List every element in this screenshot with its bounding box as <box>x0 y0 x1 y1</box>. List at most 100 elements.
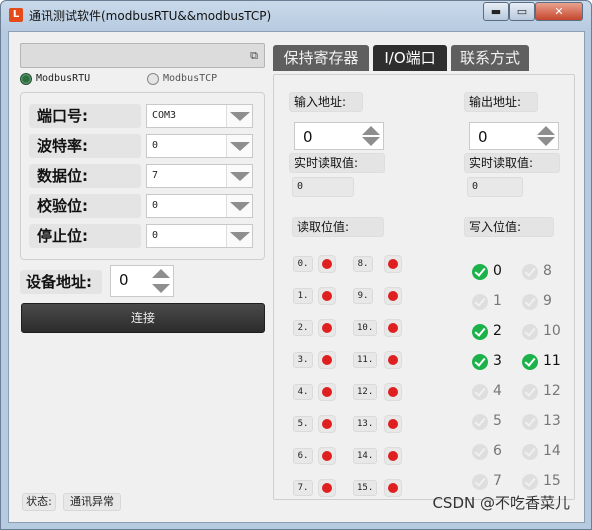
device-address-spinbox[interactable]: 0 <box>110 265 174 297</box>
chevron-down-icon[interactable] <box>226 195 252 217</box>
connection-combo[interactable]: ⧉ <box>20 43 265 68</box>
chevron-down-icon[interactable] <box>226 105 252 127</box>
chevron-down-icon[interactable] <box>226 225 252 247</box>
read-bit-number: 5. <box>293 416 313 432</box>
baud-select[interactable]: 0 <box>146 134 253 158</box>
tab-contact[interactable]: 联系方式 <box>451 45 529 71</box>
connect-button[interactable]: 连接 <box>21 303 265 333</box>
stopbits-label: 停止位: <box>29 224 141 248</box>
write-bit-13[interactable]: 13 <box>522 413 572 431</box>
write-bit-3[interactable]: 3 <box>472 353 522 371</box>
parity-value: 0 <box>152 200 159 211</box>
read-bit-number: 3. <box>293 352 313 368</box>
write-bit-2[interactable]: 2 <box>472 323 522 341</box>
spin-up-icon[interactable] <box>537 126 555 135</box>
write-bit-12[interactable]: 12 <box>522 383 572 401</box>
check-circle-icon[interactable] <box>522 354 538 370</box>
write-bit-label: 15 <box>543 473 561 489</box>
write-bit-label: 0 <box>493 263 502 279</box>
check-circle-icon[interactable] <box>472 264 488 280</box>
status-value: 通讯异常 <box>63 493 121 511</box>
red-led-icon <box>384 287 402 305</box>
write-bit-6[interactable]: 6 <box>472 443 522 461</box>
input-address-spinbox[interactable]: 0 <box>294 122 384 150</box>
write-bit-11[interactable]: 11 <box>522 353 572 371</box>
read-bit-number: 11. <box>353 352 378 368</box>
unchecked-circle-icon[interactable] <box>522 264 538 280</box>
unchecked-circle-icon[interactable] <box>522 474 538 490</box>
read-bit-number: 2. <box>293 320 313 336</box>
close-button[interactable]: ✕ <box>535 2 583 21</box>
write-bit-5[interactable]: 5 <box>472 413 522 431</box>
unchecked-circle-icon[interactable] <box>472 474 488 490</box>
unchecked-circle-icon[interactable] <box>472 414 488 430</box>
app-window: L 通讯测试软件(modbusRTU&&modbusTCP) ▬ ▭ ✕ ⧉ M… <box>0 0 592 530</box>
spin-down-icon[interactable] <box>152 284 170 293</box>
stopbits-select[interactable]: 0 <box>146 224 253 248</box>
tab-io-port[interactable]: I/O端口 <box>373 45 447 71</box>
unchecked-circle-icon[interactable] <box>522 324 538 340</box>
spin-up-icon[interactable] <box>152 269 170 278</box>
maximize-button[interactable]: ▭ <box>509 2 535 21</box>
spin-up-icon[interactable] <box>362 126 380 135</box>
parity-select[interactable]: 0 <box>146 194 253 218</box>
chevron-down-icon[interactable] <box>226 165 252 187</box>
radio-dot[interactable] <box>147 73 159 85</box>
read-bit-number: 15. <box>353 480 378 496</box>
unchecked-circle-icon[interactable] <box>472 384 488 400</box>
red-led-icon <box>384 479 402 497</box>
realtime-out-label: 实时读取值: <box>464 153 560 173</box>
output-address-spinbox[interactable]: 0 <box>469 122 559 150</box>
read-bit-6: 6. <box>293 447 353 465</box>
write-bit-7[interactable]: 7 <box>472 473 522 491</box>
read-bit-15: 15. <box>353 479 413 497</box>
write-bit-label: 9 <box>543 293 552 309</box>
read-bit-number: 10. <box>353 320 378 336</box>
read-bit-5: 5. <box>293 415 353 433</box>
tab-holding-registers[interactable]: 保持寄存器 <box>273 45 369 71</box>
databits-select[interactable]: 7 <box>146 164 253 188</box>
title-bar[interactable]: L 通讯测试软件(modbusRTU&&modbusTCP) ▬ ▭ ✕ <box>1 1 591 31</box>
app-icon: L <box>9 8 23 22</box>
minimize-button[interactable]: ▬ <box>483 2 509 21</box>
chevron-down-icon[interactable] <box>226 135 252 157</box>
red-led-icon <box>384 319 402 337</box>
write-bit-14[interactable]: 14 <box>522 443 572 461</box>
restore-icon[interactable]: ⧉ <box>250 49 258 63</box>
unchecked-circle-icon[interactable] <box>472 294 488 310</box>
red-led-icon <box>384 383 402 401</box>
unchecked-circle-icon[interactable] <box>472 444 488 460</box>
realtime-in-value: 0 <box>292 177 354 197</box>
read-bit-number: 1. <box>293 288 313 304</box>
check-circle-icon[interactable] <box>472 354 488 370</box>
unchecked-circle-icon[interactable] <box>522 384 538 400</box>
red-led-icon <box>384 351 402 369</box>
realtime-out-value: 0 <box>467 177 523 197</box>
write-bit-label: 4 <box>493 383 502 399</box>
red-led-icon <box>318 287 336 305</box>
spin-down-icon[interactable] <box>537 137 555 146</box>
write-bit-10[interactable]: 10 <box>522 323 572 341</box>
write-bit-1[interactable]: 1 <box>472 293 522 311</box>
write-bit-4[interactable]: 4 <box>472 383 522 401</box>
unchecked-circle-icon[interactable] <box>522 414 538 430</box>
write-bit-0[interactable]: 0 <box>472 263 522 281</box>
read-bit-number: 7. <box>293 480 313 496</box>
unchecked-circle-icon[interactable] <box>522 294 538 310</box>
read-bit-number: 4. <box>293 384 313 400</box>
check-circle-icon[interactable] <box>472 324 488 340</box>
red-led-icon <box>384 447 402 465</box>
write-bit-label: 2 <box>493 323 502 339</box>
write-bit-9[interactable]: 9 <box>522 293 572 311</box>
read-bit-12: 12. <box>353 383 413 401</box>
output-address-label: 输出地址: <box>464 92 538 112</box>
radio-dot-selected[interactable] <box>20 73 32 85</box>
read-bit-1: 1. <box>293 287 353 305</box>
read-bit-number: 9. <box>353 288 373 304</box>
unchecked-circle-icon[interactable] <box>522 444 538 460</box>
spin-down-icon[interactable] <box>362 137 380 146</box>
device-address-value: 0 <box>119 271 129 289</box>
write-bit-15[interactable]: 15 <box>522 473 572 491</box>
write-bit-8[interactable]: 8 <box>522 263 572 281</box>
port-select[interactable]: COM3 <box>146 104 253 128</box>
